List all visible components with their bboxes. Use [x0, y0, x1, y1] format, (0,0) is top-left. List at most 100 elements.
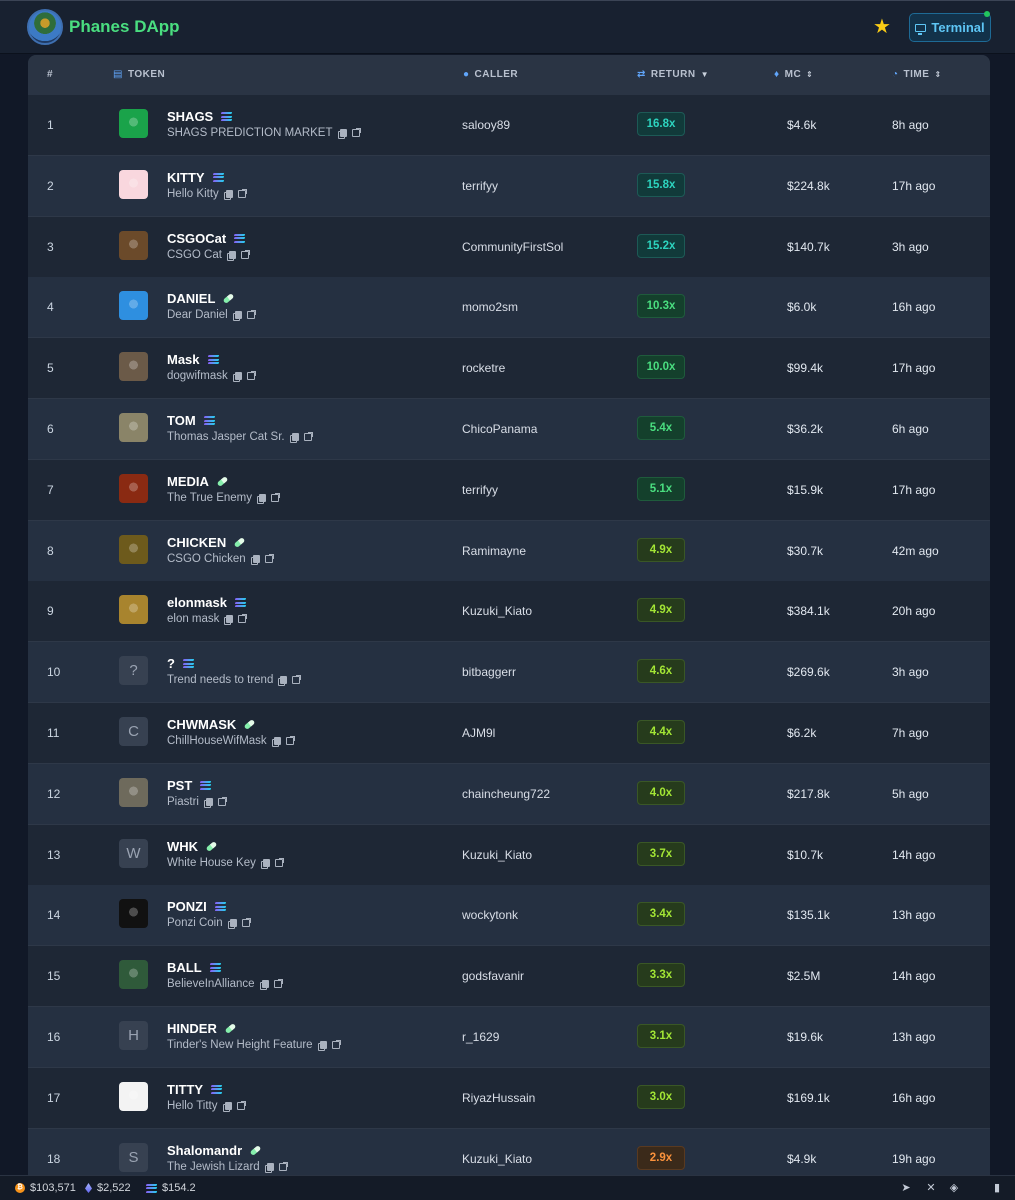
token-symbol[interactable]: TOM	[167, 413, 216, 428]
table-row[interactable]: 9 elonmask elon mask Kuzuki_Kiato 4.9x $384.1…	[28, 581, 990, 643]
token-symbol[interactable]: PST	[167, 778, 212, 793]
copy-icon[interactable]	[273, 737, 281, 745]
table-row[interactable]: 1 SHAGS SHAGS PREDICTION MARKET salooy89 16.…	[28, 95, 990, 156]
table-row[interactable]: 14 PONZI Ponzi Coin wockytonk 3.4x $135.1k 13h…	[28, 885, 990, 947]
caller-name[interactable]: wockytonk	[462, 908, 518, 922]
external-link-icon[interactable]	[303, 432, 313, 441]
external-link-icon[interactable]	[271, 492, 281, 502]
external-link-icon[interactable]	[331, 1040, 341, 1049]
external-link-icon[interactable]	[217, 796, 227, 806]
copy-icon[interactable]	[261, 980, 269, 989]
copy-icon[interactable]	[339, 129, 347, 137]
copy-icon[interactable]	[224, 1101, 232, 1110]
caller-name[interactable]: AJM9l	[462, 726, 495, 740]
token-symbol[interactable]: WHK	[167, 839, 218, 854]
table-row[interactable]: 18 S Shalomandr The Jewish Lizard Kuzuki_Kia…	[28, 1128, 990, 1175]
table-row[interactable]: 16 H HINDER Tinder's New Height Feature r_16…	[28, 1007, 990, 1068]
external-link-icon[interactable]	[351, 128, 361, 137]
token-symbol[interactable]: Mask	[167, 352, 219, 367]
caller-name[interactable]: bitbaggerr	[462, 665, 516, 679]
caller-name[interactable]: terrifyy	[462, 483, 498, 497]
token-symbol[interactable]: CSGOCat	[167, 231, 246, 246]
terminal-button[interactable]: Terminal	[909, 13, 991, 42]
copy-icon[interactable]	[234, 311, 242, 320]
copy-icon[interactable]	[229, 919, 237, 928]
copy-icon[interactable]	[266, 1162, 274, 1171]
external-link-icon[interactable]	[241, 918, 251, 928]
header-time[interactable]: ◔ TIME ⇕	[892, 69, 942, 80]
external-link-icon[interactable]	[238, 614, 248, 624]
caller-name[interactable]: r_1629	[462, 1030, 499, 1044]
token-symbol[interactable]: PONZI	[167, 899, 227, 914]
caller-name[interactable]: RiyazHussain	[462, 1091, 535, 1105]
caller-name[interactable]: ChicoPanama	[462, 422, 537, 436]
caller-name[interactable]: Ramimayne	[462, 544, 526, 558]
table-row[interactable]: 11 C CHWMASK ChillHouseWifMask AJM9l 4.4x $6.2…	[28, 703, 990, 764]
external-link-icon[interactable]	[273, 979, 283, 989]
header-return[interactable]: ⇄ RETURN ▼	[637, 69, 709, 80]
token-symbol[interactable]: HINDER	[167, 1021, 237, 1036]
table-row[interactable]: 4 DANIEL Dear Daniel momo2sm 10.3x $6.0k 16h a…	[28, 277, 990, 339]
table-row[interactable]: 17 TITTY Hello Titty RiyazHussain 3.0x $169.1…	[28, 1067, 990, 1129]
copy-icon[interactable]	[234, 372, 242, 381]
external-link-icon[interactable]	[246, 371, 256, 381]
sol-ticker[interactable]: $154.2	[145, 1182, 196, 1194]
telegram-icon[interactable]: ➤	[900, 1182, 912, 1194]
app-logo[interactable]	[27, 9, 63, 45]
copy-icon[interactable]	[280, 676, 288, 685]
caller-name[interactable]: Kuzuki_Kiato	[462, 1152, 532, 1166]
btc-ticker[interactable]: ₿ $103,571	[15, 1182, 76, 1194]
layers-icon[interactable]: ◈	[948, 1182, 960, 1194]
external-link-icon[interactable]	[246, 310, 256, 320]
token-symbol[interactable]: TITTY	[167, 1082, 223, 1097]
copy-icon[interactable]	[259, 493, 267, 502]
caller-name[interactable]: rocketre	[462, 361, 505, 375]
table-row[interactable]: 7 MEDIA The True Enemy terrifyy 5.1x $15.9k 17…	[28, 459, 990, 521]
copy-icon[interactable]	[205, 797, 213, 806]
external-link-icon[interactable]	[278, 1161, 288, 1171]
external-link-icon[interactable]	[274, 857, 284, 867]
caller-name[interactable]: chaincheung722	[462, 787, 550, 801]
caller-name[interactable]: Kuzuki_Kiato	[462, 848, 532, 862]
table-row[interactable]: 6 TOM Thomas Jasper Cat Sr. ChicoPanama 5.4x…	[28, 399, 990, 460]
token-symbol[interactable]: MEDIA	[167, 474, 229, 489]
external-link-icon[interactable]	[285, 736, 295, 745]
copy-icon[interactable]	[319, 1041, 327, 1049]
token-symbol[interactable]: CHICKEN	[167, 535, 246, 550]
table-row[interactable]: 10?? Trend needs to trend bitbaggerr 4.6x $2…	[28, 642, 990, 704]
app-title[interactable]: Phanes DApp	[69, 17, 180, 37]
star-icon[interactable]: ★	[872, 17, 892, 37]
token-symbol[interactable]: CHWMASK	[167, 717, 256, 732]
copy-icon[interactable]	[262, 858, 270, 867]
caller-name[interactable]: salooy89	[462, 118, 510, 132]
token-symbol[interactable]: DANIEL	[167, 291, 235, 306]
header-caller[interactable]: ● CALLER	[463, 69, 518, 80]
token-symbol[interactable]: ?	[167, 656, 195, 671]
eth-ticker[interactable]: $2,522	[85, 1182, 131, 1194]
token-symbol[interactable]: BALL	[167, 960, 222, 975]
caller-name[interactable]: godsfavanir	[462, 969, 524, 983]
token-symbol[interactable]: KITTY	[167, 170, 224, 185]
table-row[interactable]: 5 Mask dogwifmask rocketre 10.0x $99.4k 17h ag…	[28, 338, 990, 400]
external-link-icon[interactable]	[292, 675, 302, 685]
table-row[interactable]: 12 PST Piastri chaincheung722 4.0x $217.8k 5h …	[28, 763, 990, 825]
token-symbol[interactable]: Shalomandr	[167, 1143, 262, 1158]
table-row[interactable]: 3 CSGOCat CSGO Cat CommunityFirstSol 15.2x $1…	[28, 216, 990, 278]
table-row[interactable]: 15 BALL BelieveInAlliance godsfavanir 3.3x $2…	[28, 946, 990, 1008]
copy-icon[interactable]	[226, 615, 234, 624]
external-link-icon[interactable]	[237, 188, 247, 198]
header-mc[interactable]: ♦ MC ⇕	[774, 69, 813, 80]
copy-icon[interactable]	[291, 433, 299, 441]
copy-icon[interactable]	[225, 189, 233, 198]
table-row[interactable]: 8 CHICKEN CSGO Chicken Ramimayne 4.9x $30.7k 4…	[28, 520, 990, 582]
external-link-icon[interactable]	[240, 249, 250, 259]
caller-name[interactable]: terrifyy	[462, 179, 498, 193]
external-link-icon[interactable]	[236, 1100, 246, 1110]
table-row[interactable]: 2 KITTY Hello Kitty terrifyy 15.8x $224.8k 17h…	[28, 155, 990, 217]
caller-name[interactable]: Kuzuki_Kiato	[462, 604, 532, 618]
caller-name[interactable]: momo2sm	[462, 300, 518, 314]
x-icon[interactable]: ✕	[925, 1182, 937, 1194]
external-link-icon[interactable]	[264, 553, 274, 563]
token-symbol[interactable]: SHAGS	[167, 109, 233, 124]
token-symbol[interactable]: elonmask	[167, 595, 247, 610]
